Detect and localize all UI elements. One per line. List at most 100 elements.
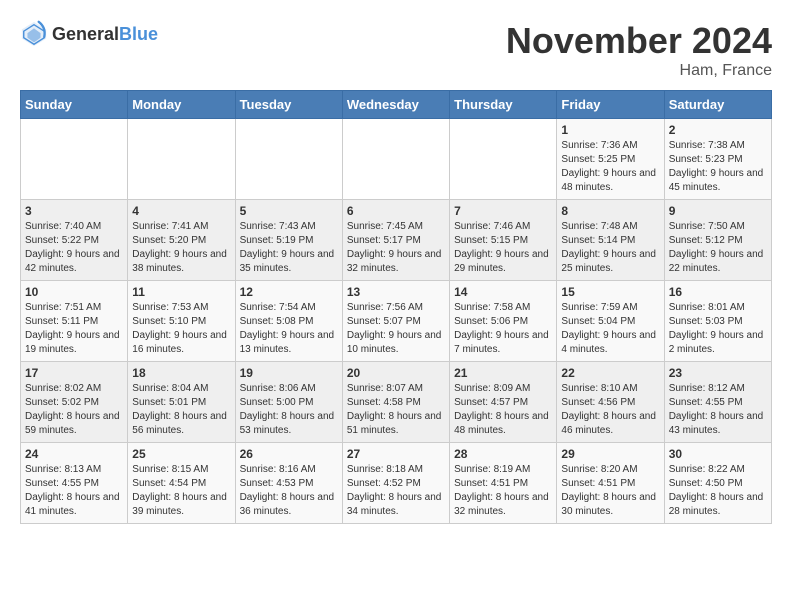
calendar-cell: 29Sunrise: 8:20 AM Sunset: 4:51 PM Dayli… bbox=[557, 443, 664, 524]
calendar-cell: 28 Sunrise: 8:19 AM Sunset: 4:51 PM Dayli… bbox=[450, 443, 557, 524]
logo: General Blue bbox=[20, 20, 158, 48]
calendar-cell: 9 Sunrise: 7:50 AM Sunset: 5:12 PM Daylig… bbox=[664, 200, 771, 281]
calendar-cell: 15 Sunrise: 7:59 AM Sunset: 5:04 PM Dayli… bbox=[557, 281, 664, 362]
day-info: Sunrise: 7:36 AM Sunset: 5:25 PM Dayligh… bbox=[561, 139, 659, 195]
day-number: 25 bbox=[132, 447, 230, 461]
day-info: Sunrise: 8:04 AM Sunset: 5:01 PM Dayligh… bbox=[132, 382, 230, 438]
calendar-cell: 21Sunrise: 8:09 AM Sunset: 4:57 PM Dayli… bbox=[450, 362, 557, 443]
calendar-cell: 18 Sunrise: 8:04 AM Sunset: 5:01 PM Dayli… bbox=[128, 362, 235, 443]
day-info: Sunrise: 7:40 AM Sunset: 5:22 PM Dayligh… bbox=[25, 220, 123, 276]
calendar-cell: 13 Sunrise: 7:56 AM Sunset: 5:07 PM Dayli… bbox=[342, 281, 449, 362]
day-number: 5 bbox=[240, 204, 338, 218]
day-number: 19 bbox=[240, 366, 338, 380]
day-number: 15 bbox=[561, 285, 659, 299]
calendar-cell: 3 Sunrise: 7:40 AM Sunset: 5:22 PM Daylig… bbox=[21, 200, 128, 281]
day-number: 8 bbox=[561, 204, 659, 218]
day-info: Sunrise: 8:13 AM Sunset: 4:55 PM Dayligh… bbox=[25, 463, 123, 519]
calendar-week-row: 24Sunrise: 8:13 AM Sunset: 4:55 PM Dayli… bbox=[21, 443, 772, 524]
calendar-cell: 11Sunrise: 7:53 AM Sunset: 5:10 PM Dayli… bbox=[128, 281, 235, 362]
day-number: 6 bbox=[347, 204, 445, 218]
day-number: 12 bbox=[240, 285, 338, 299]
calendar-cell: 12Sunrise: 7:54 AM Sunset: 5:08 PM Dayli… bbox=[235, 281, 342, 362]
day-info: Sunrise: 7:53 AM Sunset: 5:10 PM Dayligh… bbox=[132, 301, 230, 357]
calendar-cell bbox=[342, 119, 449, 200]
calendar-cell: 5 Sunrise: 7:43 AM Sunset: 5:19 PM Daylig… bbox=[235, 200, 342, 281]
calendar-cell: 1 Sunrise: 7:36 AM Sunset: 5:25 PM Daylig… bbox=[557, 119, 664, 200]
calendar-week-row: 3 Sunrise: 7:40 AM Sunset: 5:22 PM Daylig… bbox=[21, 200, 772, 281]
day-number: 1 bbox=[561, 123, 659, 137]
day-number: 23 bbox=[669, 366, 767, 380]
day-info: Sunrise: 8:20 AM Sunset: 4:51 PM Dayligh… bbox=[561, 463, 659, 519]
calendar-cell: 17Sunrise: 8:02 AM Sunset: 5:02 PM Dayli… bbox=[21, 362, 128, 443]
calendar-cell: 8 Sunrise: 7:48 AM Sunset: 5:14 PM Daylig… bbox=[557, 200, 664, 281]
day-info: Sunrise: 8:16 AM Sunset: 4:53 PM Dayligh… bbox=[240, 463, 338, 519]
day-info: Sunrise: 8:19 AM Sunset: 4:51 PM Dayligh… bbox=[454, 463, 552, 519]
calendar-week-row: 17Sunrise: 8:02 AM Sunset: 5:02 PM Dayli… bbox=[21, 362, 772, 443]
calendar-cell bbox=[21, 119, 128, 200]
day-number: 9 bbox=[669, 204, 767, 218]
day-number: 21 bbox=[454, 366, 552, 380]
day-number: 22 bbox=[561, 366, 659, 380]
day-info: Sunrise: 7:43 AM Sunset: 5:19 PM Dayligh… bbox=[240, 220, 338, 276]
day-info: Sunrise: 7:41 AM Sunset: 5:20 PM Dayligh… bbox=[132, 220, 230, 276]
day-info: Sunrise: 7:38 AM Sunset: 5:23 PM Dayligh… bbox=[669, 139, 767, 195]
calendar-cell bbox=[128, 119, 235, 200]
day-number: 14 bbox=[454, 285, 552, 299]
day-header-friday: Friday bbox=[557, 91, 664, 119]
day-info: Sunrise: 8:06 AM Sunset: 5:00 PM Dayligh… bbox=[240, 382, 338, 438]
day-info: Sunrise: 8:22 AM Sunset: 4:50 PM Dayligh… bbox=[669, 463, 767, 519]
day-info: Sunrise: 7:51 AM Sunset: 5:11 PM Dayligh… bbox=[25, 301, 123, 357]
day-number: 7 bbox=[454, 204, 552, 218]
day-info: Sunrise: 8:15 AM Sunset: 4:54 PM Dayligh… bbox=[132, 463, 230, 519]
day-number: 28 bbox=[454, 447, 552, 461]
day-number: 27 bbox=[347, 447, 445, 461]
day-number: 3 bbox=[25, 204, 123, 218]
calendar-cell: 2 Sunrise: 7:38 AM Sunset: 5:23 PM Daylig… bbox=[664, 119, 771, 200]
day-number: 16 bbox=[669, 285, 767, 299]
page-header: General Blue November 2024 Ham, France bbox=[20, 20, 772, 80]
day-number: 4 bbox=[132, 204, 230, 218]
day-header-thursday: Thursday bbox=[450, 91, 557, 119]
day-info: Sunrise: 8:12 AM Sunset: 4:55 PM Dayligh… bbox=[669, 382, 767, 438]
day-header-monday: Monday bbox=[128, 91, 235, 119]
day-number: 2 bbox=[669, 123, 767, 137]
calendar-week-row: 10 Sunrise: 7:51 AM Sunset: 5:11 PM Dayli… bbox=[21, 281, 772, 362]
day-number: 10 bbox=[25, 285, 123, 299]
day-info: Sunrise: 7:56 AM Sunset: 5:07 PM Dayligh… bbox=[347, 301, 445, 357]
day-info: Sunrise: 8:10 AM Sunset: 4:56 PM Dayligh… bbox=[561, 382, 659, 438]
calendar-cell: 4 Sunrise: 7:41 AM Sunset: 5:20 PM Daylig… bbox=[128, 200, 235, 281]
logo-blue: Blue bbox=[119, 24, 158, 45]
day-number: 26 bbox=[240, 447, 338, 461]
day-info: Sunrise: 7:59 AM Sunset: 5:04 PM Dayligh… bbox=[561, 301, 659, 357]
day-info: Sunrise: 7:48 AM Sunset: 5:14 PM Dayligh… bbox=[561, 220, 659, 276]
day-header-saturday: Saturday bbox=[664, 91, 771, 119]
calendar-cell: 7 Sunrise: 7:46 AM Sunset: 5:15 PM Daylig… bbox=[450, 200, 557, 281]
calendar-week-row: 1 Sunrise: 7:36 AM Sunset: 5:25 PM Daylig… bbox=[21, 119, 772, 200]
calendar-cell: 25 Sunrise: 8:15 AM Sunset: 4:54 PM Dayli… bbox=[128, 443, 235, 524]
month-title: November 2024 bbox=[506, 20, 772, 62]
calendar-cell: 16Sunrise: 8:01 AM Sunset: 5:03 PM Dayli… bbox=[664, 281, 771, 362]
day-info: Sunrise: 8:07 AM Sunset: 4:58 PM Dayligh… bbox=[347, 382, 445, 438]
logo-general: General bbox=[52, 24, 119, 45]
day-number: 17 bbox=[25, 366, 123, 380]
day-number: 20 bbox=[347, 366, 445, 380]
calendar-cell: 24Sunrise: 8:13 AM Sunset: 4:55 PM Dayli… bbox=[21, 443, 128, 524]
day-header-sunday: Sunday bbox=[21, 91, 128, 119]
day-info: Sunrise: 7:45 AM Sunset: 5:17 PM Dayligh… bbox=[347, 220, 445, 276]
calendar-cell: 26 Sunrise: 8:16 AM Sunset: 4:53 PM Dayli… bbox=[235, 443, 342, 524]
day-number: 13 bbox=[347, 285, 445, 299]
calendar-cell bbox=[235, 119, 342, 200]
day-info: Sunrise: 7:50 AM Sunset: 5:12 PM Dayligh… bbox=[669, 220, 767, 276]
day-info: Sunrise: 7:58 AM Sunset: 5:06 PM Dayligh… bbox=[454, 301, 552, 357]
day-number: 18 bbox=[132, 366, 230, 380]
day-info: Sunrise: 8:18 AM Sunset: 4:52 PM Dayligh… bbox=[347, 463, 445, 519]
day-header-wednesday: Wednesday bbox=[342, 91, 449, 119]
calendar-header-row: SundayMondayTuesdayWednesdayThursdayFrid… bbox=[21, 91, 772, 119]
calendar-cell: 23 Sunrise: 8:12 AM Sunset: 4:55 PM Dayli… bbox=[664, 362, 771, 443]
calendar-cell: 6 Sunrise: 7:45 AM Sunset: 5:17 PM Daylig… bbox=[342, 200, 449, 281]
location-title: Ham, France bbox=[506, 62, 772, 80]
logo-icon bbox=[20, 20, 48, 48]
calendar-cell: 27 Sunrise: 8:18 AM Sunset: 4:52 PM Dayli… bbox=[342, 443, 449, 524]
calendar-cell bbox=[450, 119, 557, 200]
day-info: Sunrise: 7:46 AM Sunset: 5:15 PM Dayligh… bbox=[454, 220, 552, 276]
